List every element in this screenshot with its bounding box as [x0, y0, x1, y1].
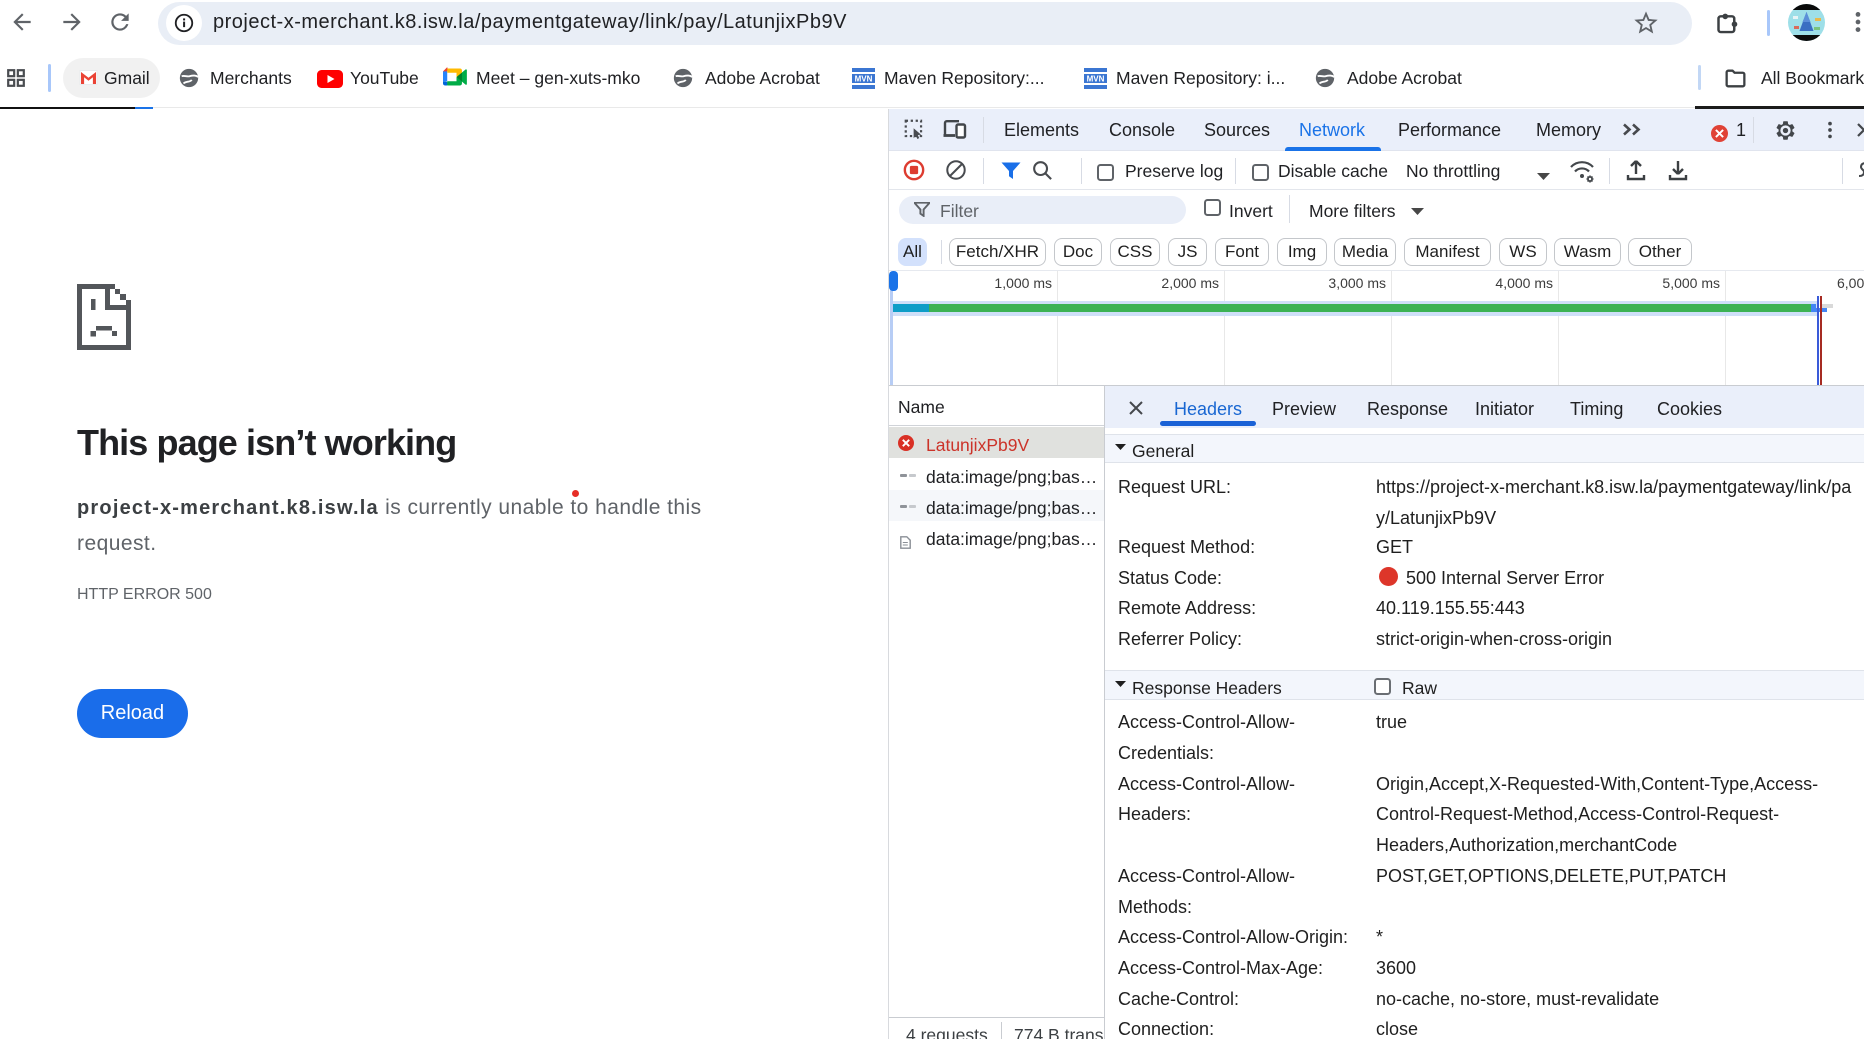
svg-text:MVN: MVN — [855, 75, 873, 84]
svg-text:MVN: MVN — [1087, 75, 1105, 84]
